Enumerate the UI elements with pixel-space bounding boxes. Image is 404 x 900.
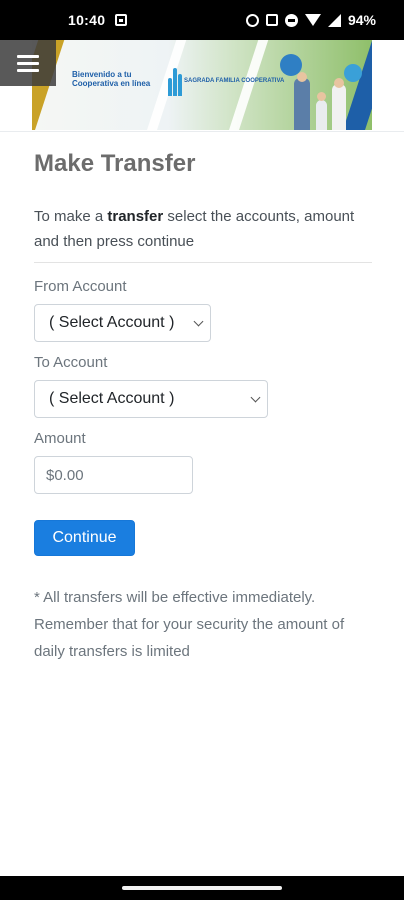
amount-input[interactable]: [34, 456, 193, 494]
continue-button[interactable]: Continue: [34, 520, 135, 556]
to-account-label: To Account: [34, 354, 108, 371]
from-account-value: ( Select Account ): [49, 314, 175, 331]
calendar-icon: [265, 14, 278, 26]
header-banner: Bienvenido a tu Cooperativa en línea SAG…: [0, 40, 404, 132]
to-account-select[interactable]: ( Select Account ): [34, 380, 268, 418]
cooperative-logo-icon: [168, 66, 182, 96]
home-gesture-handle[interactable]: [122, 886, 282, 890]
alarm-icon: [245, 13, 259, 27]
banner-brand-text: SAGRADA FAMILIA COOPERATIVA: [184, 78, 285, 84]
intro-text-bold: transfer: [107, 208, 164, 225]
family-photo: [272, 54, 362, 130]
status-icons: 94%: [245, 12, 376, 28]
chevron-down-icon: [250, 392, 261, 402]
banner-welcome-text: Bienvenido a tu Cooperativa en línea: [72, 70, 151, 88]
banner-white-stripe: [225, 40, 269, 130]
status-time: 10:40: [68, 12, 106, 28]
menu-bar-line: [17, 68, 39, 72]
menu-bar-line: [17, 61, 39, 65]
transfer-form-container: Make Transfer To make a transfer select …: [34, 140, 374, 665]
chevron-down-icon: [193, 316, 204, 326]
status-bar: 10:40 94%: [0, 0, 404, 40]
to-account-value: ( Select Account ): [49, 390, 175, 407]
amount-label: Amount: [34, 430, 86, 447]
intro-text: To make a transfer select the accounts, …: [34, 204, 374, 254]
do-not-disturb-icon: [284, 13, 298, 27]
signal-icon: [327, 13, 341, 27]
intro-text-start: To make a: [34, 208, 108, 225]
transfer-note: * All transfers will be effective immedi…: [34, 589, 345, 660]
system-navigation-bar: [0, 876, 404, 900]
battery-percentage: 94%: [347, 12, 376, 28]
menu-bar-line: [17, 54, 39, 58]
header-divider: [0, 131, 404, 132]
banner-image: Bienvenido a tu Cooperativa en línea SAG…: [32, 40, 372, 130]
section-divider: [34, 262, 372, 263]
page-title: Make Transfer: [34, 150, 196, 177]
image-icon: [115, 14, 128, 26]
from-account-label: From Account: [34, 278, 127, 295]
from-account-select[interactable]: ( Select Account ): [34, 304, 211, 342]
hamburger-menu-icon[interactable]: [0, 40, 56, 86]
wifi-icon: [304, 14, 321, 26]
